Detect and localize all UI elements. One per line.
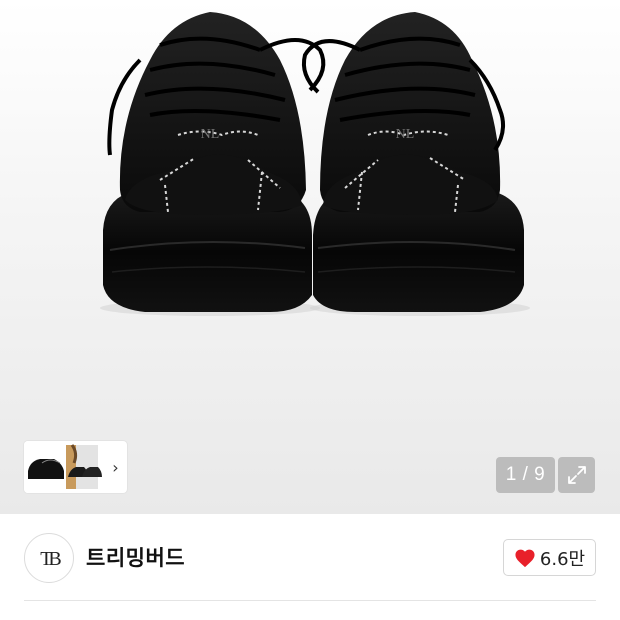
svg-text:NL: NL [396, 127, 415, 142]
like-count: 6.6만 [539, 548, 586, 570]
brand-row: TB 트리밍버드 6.6만 [0, 514, 620, 600]
chevron-right-icon[interactable]: › [104, 441, 127, 493]
heart-icon [515, 549, 535, 567]
thumbnail-strip[interactable]: › [24, 441, 127, 493]
thumbnail-images[interactable] [24, 441, 104, 493]
product-image: NL NL [100, 12, 530, 316]
expand-arrows-icon [567, 466, 586, 484]
expand-button[interactable] [558, 457, 595, 493]
left-shoe: NL [100, 12, 326, 316]
svg-text:NL: NL [201, 127, 220, 142]
right-shoe: NL [301, 12, 530, 316]
like-button[interactable]: 6.6만 [503, 539, 596, 576]
brand-logo[interactable]: TB [24, 533, 74, 583]
brand-name[interactable]: 트리밍버드 [86, 542, 185, 572]
brand-logo-mark: TB [40, 548, 64, 570]
svg-text:TB: TB [40, 548, 61, 570]
divider [24, 600, 596, 601]
image-counter: 1 / 9 [496, 457, 555, 493]
thumbnail-preview [24, 441, 104, 493]
product-image-gallery[interactable]: NL NL › 1 / 9 [0, 0, 620, 514]
